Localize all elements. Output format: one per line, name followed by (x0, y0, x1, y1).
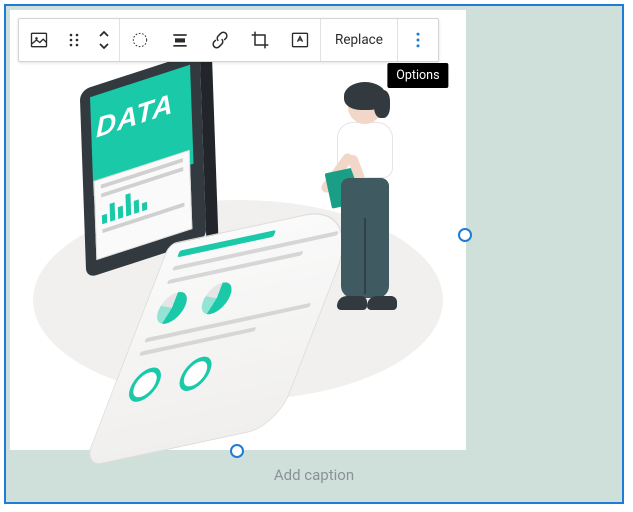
image-block-selected: DATA Add capti (4, 4, 624, 504)
resize-handle-right[interactable] (458, 228, 472, 242)
drag-icon (67, 30, 81, 50)
image-icon (29, 30, 49, 50)
drag-handle[interactable] (59, 19, 89, 61)
block-type-image-button[interactable] (19, 19, 59, 61)
width-button[interactable] (160, 19, 200, 61)
link-button[interactable] (200, 19, 240, 61)
move-updown-button[interactable] (89, 19, 119, 61)
caption-input[interactable]: Add caption (6, 466, 622, 484)
link-icon (210, 30, 230, 50)
crop-button[interactable] (240, 19, 280, 61)
replace-button[interactable]: Replace (321, 19, 397, 61)
text-overlay-button[interactable] (280, 19, 320, 61)
align-center-icon (170, 30, 190, 50)
resize-handle-bottom[interactable] (230, 444, 244, 458)
options-tooltip: Options (387, 63, 448, 88)
illustration: DATA (28, 60, 448, 440)
align-button[interactable] (120, 19, 160, 61)
align-icon (130, 30, 150, 50)
person-figure (310, 90, 420, 350)
crop-icon (250, 30, 270, 50)
options-button[interactable]: Options (398, 19, 438, 61)
chevron-updown-icon (97, 29, 111, 51)
more-vertical-icon (408, 30, 428, 50)
block-toolbar: Replace Options (18, 18, 439, 62)
text-over-image-icon (290, 30, 310, 50)
